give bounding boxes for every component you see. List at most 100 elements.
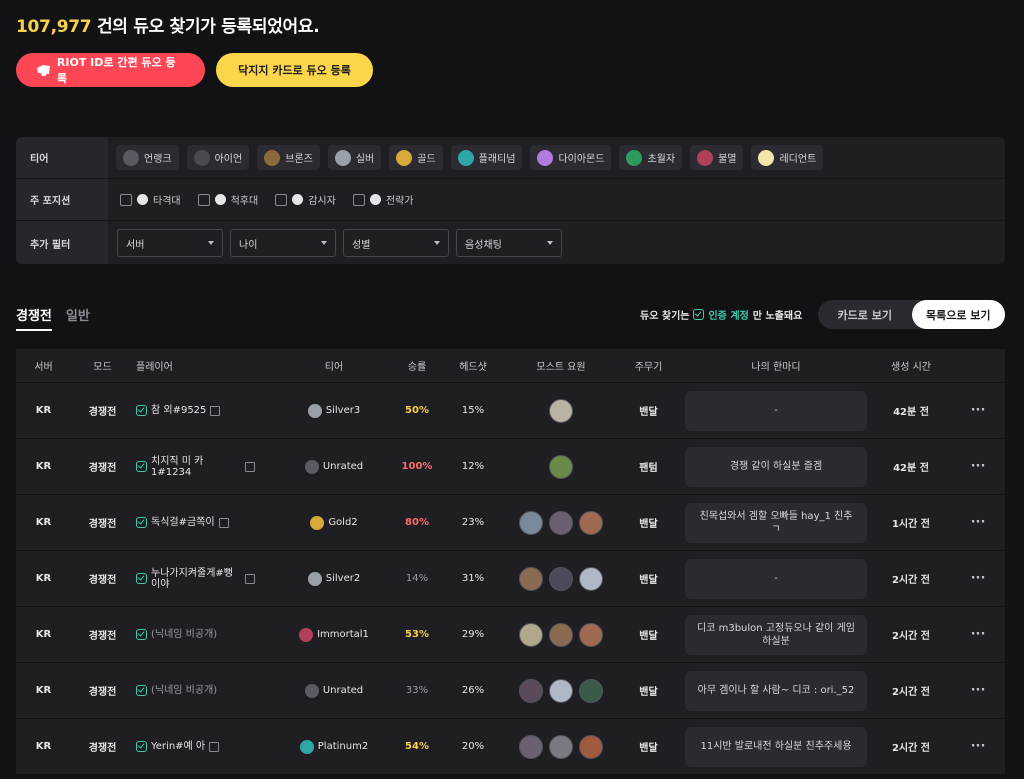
checkbox[interactable] <box>197 193 210 206</box>
more-options-icon[interactable]: ··· <box>951 683 1005 698</box>
tier-chip[interactable]: 브론즈 <box>257 145 320 170</box>
message-cell: 디코 m3bulon 고정듀오나 같이 게임하실분 <box>681 614 871 655</box>
external-link-icon[interactable] <box>245 573 255 584</box>
player-name[interactable]: 누나가지켜줄게#뻥이야 <box>151 568 241 590</box>
headshot-cell: 15% <box>461 405 485 416</box>
tier-chip[interactable]: 레디언트 <box>751 145 824 170</box>
position-icon <box>137 194 148 205</box>
external-link-icon[interactable] <box>245 461 255 472</box>
tier-icon <box>307 571 322 586</box>
table-header: 서버 모드 플레이어 티어 승률 헤드샷 모스트 요원 주무기 나의 한마디 생성 시간 <box>16 349 1005 382</box>
position-label: 감시자 <box>308 196 336 207</box>
checkbox[interactable] <box>352 193 365 206</box>
player-name[interactable]: 독식걸#금쪽이 <box>151 517 215 528</box>
external-link-icon[interactable] <box>209 741 220 752</box>
agent-avatar <box>579 734 603 759</box>
win-rate-cell: 80% <box>405 517 429 528</box>
tier-chip[interactable]: 플래티넘 <box>450 145 523 170</box>
position-option[interactable]: 척후대 <box>197 192 259 207</box>
position-option[interactable]: 감시자 <box>275 192 336 207</box>
mode-cell: 경쟁전 <box>88 631 117 642</box>
chevron-down-icon <box>547 241 553 245</box>
table-row[interactable]: KR 경쟁전 치지직 미 카1#1234 Unrated 100% 12% 팬텀 경쟁 같이 … <box>16 438 1005 494</box>
agent-avatar <box>549 734 573 759</box>
player-name[interactable]: Yerin#예 아 <box>151 741 205 752</box>
tier-chip[interactable]: 불멸 <box>690 145 744 170</box>
select-value: 나이 <box>239 239 258 251</box>
tier-icon <box>626 149 643 166</box>
card-view-button[interactable]: 카드로 보기 <box>818 300 912 329</box>
time-cell: 2시간 전 <box>891 631 931 642</box>
server-cell: KR <box>35 461 52 472</box>
win-rate-cell: 53% <box>405 629 429 640</box>
server-cell: KR <box>35 741 52 752</box>
main-weapon-cell: 팬텀 <box>639 463 658 474</box>
riot-register-button[interactable]: RIOT ID로 간편 듀오 등록 <box>16 53 205 87</box>
tier-chip[interactable]: 아이언 <box>186 145 250 170</box>
table-row[interactable]: KR 경쟁전 Yerin#예 아 Platinum2 54% 20% 밴달 11시반 발로내전… <box>16 718 1005 774</box>
notice-verified: 인증 계정 <box>708 311 749 322</box>
agent-avatar <box>579 678 603 703</box>
mode-cell: 경쟁전 <box>88 463 117 474</box>
filter-select[interactable]: 음성채팅 <box>456 229 562 257</box>
message-cell: - <box>681 558 871 599</box>
agent-avatar <box>519 678 543 703</box>
time-cell: 2시간 전 <box>891 575 931 586</box>
tier-chip[interactable]: 골드 <box>389 145 443 170</box>
position-option[interactable]: 전략가 <box>352 192 413 207</box>
tier-chip[interactable]: 실버 <box>327 145 382 170</box>
tier-icon <box>304 683 319 698</box>
tab-competitive[interactable]: 경쟁전 <box>16 305 52 331</box>
more-options-icon[interactable]: ··· <box>951 739 1005 754</box>
table-row[interactable]: KR 경쟁전 독식걸#금쪽이 Gold2 80% 23% 밴달 친목섭와서 겜할 오빠들 ha… <box>16 494 1005 550</box>
list-view-button[interactable]: 목록으로 보기 <box>911 300 1005 329</box>
notice-suffix: 만 노출돼요 <box>752 311 803 322</box>
agent-avatar <box>579 622 603 647</box>
duo-table: 서버 모드 플레이어 티어 승률 헤드샷 모스트 요원 주무기 나의 한마디 생성 시간 KR 경쟁… <box>16 349 1005 774</box>
card-register-label: 닥지지 카드로 듀오 등록 <box>238 64 351 77</box>
tier-chip-label: 골드 <box>417 154 436 165</box>
table-row[interactable]: KR 경쟁전 누나가지켜줄게#뻥이야 Silver2 14% 31% 밴달 - 2시간 전 ··· <box>16 550 1005 606</box>
duo-count: 107,977 <box>16 17 92 37</box>
message-cell: 친목섭와서 겜할 오빠들 hay_1 친추ㄱ <box>681 502 871 543</box>
player-name[interactable]: 치지직 미 카1#1234 <box>151 456 241 478</box>
card-register-button[interactable]: 닥지지 카드로 듀오 등록 <box>216 53 373 87</box>
table-row[interactable]: KR 경쟁전 (닉네임 비공개) Immortal1 53% 29% 밴달 디코 m3bulo… <box>16 606 1005 662</box>
tier-chip[interactable]: 언랭크 <box>116 145 179 170</box>
checkbox[interactable] <box>275 193 288 206</box>
table-body: KR 경쟁전 참 외#9525 Silver3 50% 15% 밴달 - 42분 전 ··· KR 경… <box>16 382 1005 774</box>
filter-select[interactable]: 성별 <box>343 229 449 257</box>
table-row[interactable]: KR 경쟁전 참 외#9525 Silver3 50% 15% 밴달 - 42분 전 ··· <box>16 382 1005 438</box>
tier-icon <box>697 149 714 166</box>
external-link-icon[interactable] <box>210 405 221 416</box>
tier-chip[interactable]: 초월자 <box>619 145 683 170</box>
external-link-icon[interactable] <box>218 517 229 528</box>
extra-filter-label: 추가 필터 <box>16 221 108 264</box>
headshot-cell: 29% <box>461 629 485 640</box>
table-row[interactable]: KR 경쟁전 (닉네임 비공개) Unrated 33% 26% 밴달 아무 겜이나 할 사람… <box>16 662 1005 718</box>
more-options-icon[interactable]: ··· <box>951 515 1005 530</box>
message-bubble: - <box>685 558 867 599</box>
more-options-icon[interactable]: ··· <box>951 403 1005 418</box>
mode-cell: 경쟁전 <box>88 519 117 530</box>
position-label: 척후대 <box>230 196 259 207</box>
tab-normal[interactable]: 일반 <box>66 305 90 331</box>
tier-chip[interactable]: 다이아몬드 <box>530 145 612 170</box>
notice-prefix: 듀오 찾기는 <box>640 311 690 322</box>
riot-fist-icon <box>36 64 50 76</box>
checkbox[interactable] <box>120 193 132 206</box>
headshot-cell: 12% <box>461 461 485 472</box>
more-options-icon[interactable]: ··· <box>951 571 1005 586</box>
position-option[interactable]: 타격대 <box>120 192 181 207</box>
filter-select[interactable]: 나이 <box>230 229 336 257</box>
player-name[interactable]: 참 외#9525 <box>151 405 206 416</box>
more-options-icon[interactable]: ··· <box>951 459 1005 474</box>
more-options-icon[interactable]: ··· <box>951 627 1005 642</box>
tier-chip-label: 레디언트 <box>779 154 817 165</box>
server-cell: KR <box>35 629 52 640</box>
tier-chip-label: 언랭크 <box>144 154 172 165</box>
tier-cell: Platinum2 <box>274 739 394 754</box>
player-cell: (닉네임 비공개) <box>134 685 274 696</box>
filter-select[interactable]: 서버 <box>117 229 223 257</box>
tier-cell: Silver2 <box>274 571 394 586</box>
